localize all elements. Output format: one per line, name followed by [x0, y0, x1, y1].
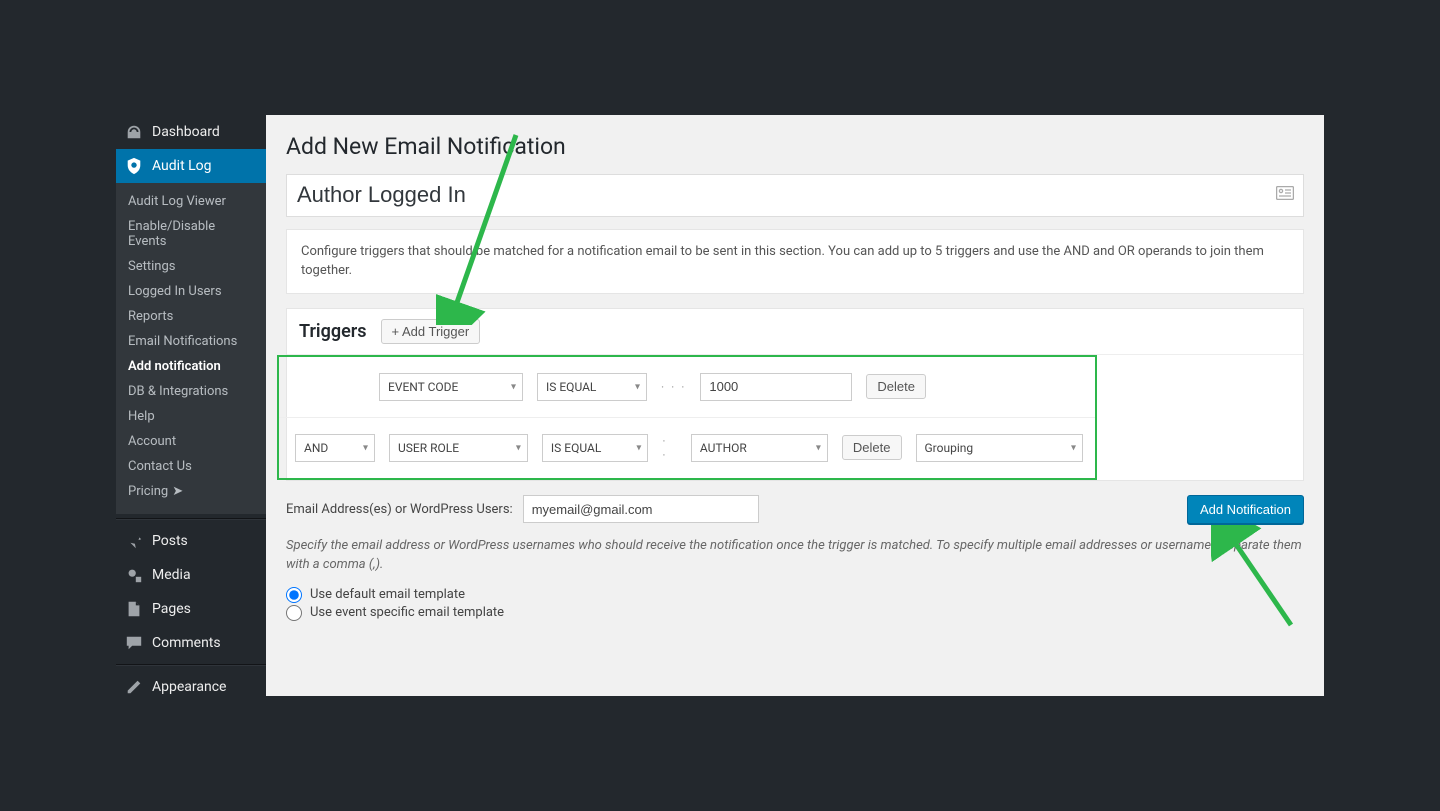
add-trigger-button[interactable]: + Add Trigger	[381, 319, 481, 344]
trigger-row-2: AND USER ROLE IS EQUAL · · AUTHOR Delete…	[279, 418, 1095, 478]
sidebar-item-label: Audit Log	[152, 158, 212, 174]
radio-label: Use event specific email template	[310, 605, 504, 620]
main-content: Add New Email Notification Configure tri…	[266, 115, 1324, 696]
sidebar-item-label: Pages	[152, 601, 191, 617]
triggers-header: Triggers + Add Trigger	[287, 309, 1303, 355]
sidebar-item-dashboard[interactable]: Dashboard	[116, 115, 266, 149]
field-select[interactable]: EVENT CODE	[379, 373, 523, 401]
join-select[interactable]: AND	[295, 434, 375, 462]
sidebar-item-comments[interactable]: Comments	[116, 626, 266, 660]
radio-input[interactable]	[286, 587, 302, 603]
sidebar-submenu: Audit Log Viewer Enable/Disable Events S…	[116, 183, 266, 514]
email-label: Email Address(es) or WordPress Users:	[286, 502, 513, 517]
media-icon	[124, 565, 144, 585]
operator-select[interactable]: IS EQUAL	[542, 434, 648, 462]
submenu-item-events[interactable]: Enable/Disable Events	[116, 214, 266, 254]
submenu-item-reports[interactable]: Reports	[116, 304, 266, 329]
submenu-item-viewer[interactable]: Audit Log Viewer	[116, 189, 266, 214]
sidebar-item-label: Comments	[152, 635, 221, 651]
card-icon	[1276, 186, 1294, 204]
submenu-item-pricing[interactable]: Pricing ➤	[116, 479, 266, 504]
info-box: Configure triggers that should be matche…	[286, 229, 1304, 294]
comment-icon	[124, 633, 144, 653]
delete-trigger-button[interactable]: Delete	[866, 374, 926, 399]
sidebar-separator	[116, 664, 266, 666]
chevron-right-icon: ➤	[172, 484, 183, 499]
title-input-wrap	[286, 174, 1304, 217]
notification-title-input[interactable]	[286, 174, 1304, 217]
email-row: Email Address(es) or WordPress Users: Ad…	[286, 481, 1304, 530]
triggers-highlight: EVENT CODE IS EQUAL · · · Delete AND USE…	[277, 355, 1097, 480]
page-icon	[124, 599, 144, 619]
sidebar-item-audit-log[interactable]: Audit Log	[116, 149, 266, 183]
template-radio-default[interactable]: Use default email template	[286, 587, 1304, 603]
triggers-panel: Triggers + Add Trigger EVENT CODE IS EQU…	[286, 308, 1304, 481]
sidebar-separator	[116, 518, 266, 520]
submenu-item-settings[interactable]: Settings	[116, 254, 266, 279]
app-window: Dashboard Audit Log Audit Log Viewer Ena…	[116, 115, 1324, 696]
submenu-label: Pricing	[128, 484, 168, 499]
radio-input[interactable]	[286, 605, 302, 621]
submenu-item-logged-in[interactable]: Logged In Users	[116, 279, 266, 304]
value-select[interactable]: AUTHOR	[691, 434, 828, 462]
submenu-item-db-integrations[interactable]: DB & Integrations	[116, 379, 266, 404]
sidebar-item-label: Media	[152, 567, 191, 583]
value-input[interactable]	[700, 373, 852, 401]
template-radio-event[interactable]: Use event specific email template	[286, 605, 1304, 621]
grouping-select[interactable]: Grouping	[916, 434, 1084, 462]
pin-icon	[124, 531, 144, 551]
operator-select[interactable]: IS EQUAL	[537, 373, 647, 401]
helper-text: Specify the email address or WordPress u…	[286, 536, 1304, 575]
sidebar-item-posts[interactable]: Posts	[116, 524, 266, 558]
ellipsis-icon: · ·	[662, 434, 677, 462]
submenu-item-account[interactable]: Account	[116, 429, 266, 454]
delete-trigger-button[interactable]: Delete	[842, 435, 902, 460]
field-select[interactable]: USER ROLE	[389, 434, 528, 462]
trigger-row-1: EVENT CODE IS EQUAL · · · Delete	[279, 357, 1095, 418]
ellipsis-icon: · · ·	[661, 380, 686, 394]
dashboard-icon	[124, 122, 144, 142]
sidebar-item-appearance[interactable]: Appearance	[116, 670, 266, 704]
sidebar-item-media[interactable]: Media	[116, 558, 266, 592]
brush-icon	[124, 677, 144, 697]
sidebar-item-label: Dashboard	[152, 124, 220, 140]
submenu-item-help[interactable]: Help	[116, 404, 266, 429]
sidebar-item-pages[interactable]: Pages	[116, 592, 266, 626]
page-title: Add New Email Notification	[286, 133, 1304, 160]
sidebar-item-label: Appearance	[152, 679, 226, 695]
shield-icon	[124, 156, 144, 176]
sidebar-item-label: Posts	[152, 533, 188, 549]
triggers-heading: Triggers	[299, 321, 367, 342]
submenu-item-add-notification[interactable]: Add notification	[116, 354, 266, 379]
add-notification-button[interactable]: Add Notification	[1187, 495, 1304, 524]
submenu-item-contact-us[interactable]: Contact Us	[116, 454, 266, 479]
radio-label: Use default email template	[310, 587, 465, 602]
submenu-item-email-notifications[interactable]: Email Notifications	[116, 329, 266, 354]
admin-sidebar: Dashboard Audit Log Audit Log Viewer Ena…	[116, 115, 266, 696]
email-input[interactable]	[523, 495, 759, 523]
